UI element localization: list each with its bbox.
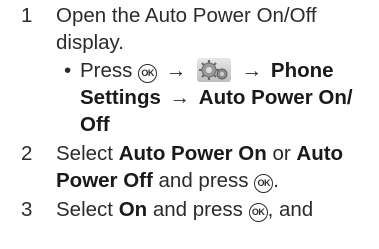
step-text-cont: display. [56, 31, 124, 54]
select-text: Select [56, 142, 113, 165]
and-text: , and [267, 198, 314, 221]
press-text: Press [80, 59, 133, 82]
step-text: Open the Auto Power On/Off [56, 4, 317, 27]
auto-power-label: Auto Power On/ [198, 86, 353, 109]
arrow: → [241, 59, 263, 82]
phone-label: Phone [270, 59, 334, 82]
select-text: Select [56, 198, 113, 221]
period: . [273, 169, 279, 192]
on-label: On [118, 198, 148, 221]
ok-key-icon: OK [254, 174, 274, 193]
settings-label: Settings [80, 86, 161, 109]
ok-key-icon: OK [138, 64, 158, 83]
off-label: Off [80, 113, 110, 136]
power-off-label: Power Off [56, 169, 153, 192]
step-number: 2 [21, 142, 33, 165]
ok-key-icon: OK [248, 203, 268, 222]
auto-label: Auto [296, 142, 344, 165]
bullet: • [64, 59, 72, 82]
step-number: 3 [21, 198, 33, 221]
step-number: 1 [21, 4, 33, 27]
arrow: → [165, 59, 187, 82]
or-text: or [272, 142, 291, 165]
auto-power-on-label: Auto Power On [118, 142, 267, 165]
and-press-text: and press [152, 198, 243, 221]
arrow: → [169, 86, 191, 109]
gear-settings-icon [197, 58, 232, 82]
and-press-text: and press [158, 169, 249, 192]
